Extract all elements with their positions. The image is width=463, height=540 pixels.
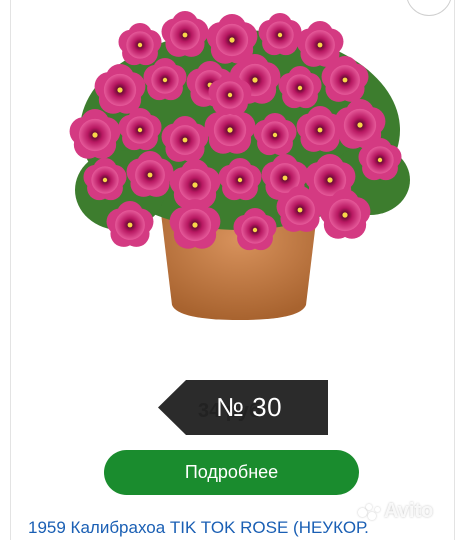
flower xyxy=(161,11,209,57)
listing-title-link[interactable]: 1959 Калибрахоа TIK TOK ROSE (НЕУКОР. xyxy=(28,518,458,538)
flower xyxy=(118,22,162,66)
more-details-button[interactable]: Подробнее xyxy=(104,450,359,495)
product-image[interactable] xyxy=(0,0,463,345)
listing-number-text: № 30 xyxy=(216,392,283,422)
flower xyxy=(258,13,302,56)
